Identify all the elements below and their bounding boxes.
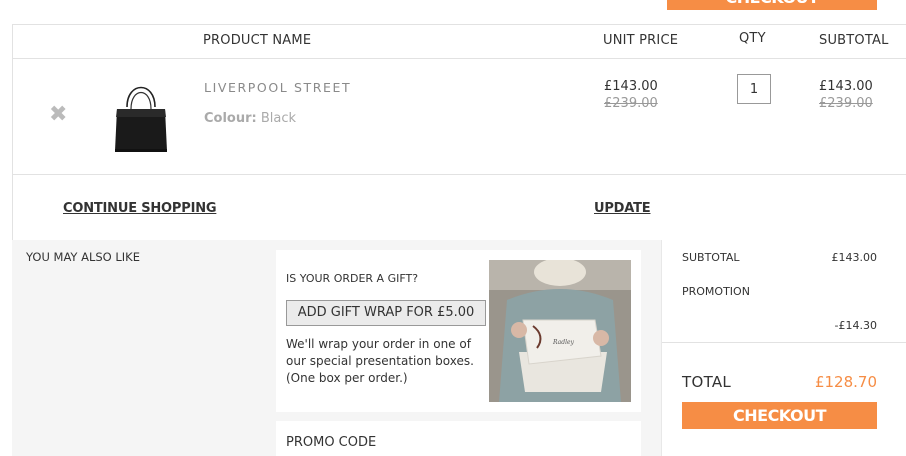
item-subtotal-was: £239.00	[819, 96, 873, 111]
summary-subtotal-label: SUBTOTAL	[682, 251, 740, 264]
order-summary: SUBTOTAL £143.00 PROMOTION -£14.30 TOTAL…	[661, 240, 906, 456]
checkout-button[interactable]: CHECKOUT	[682, 402, 877, 429]
summary-total-label: TOTAL	[682, 373, 732, 391]
continue-shopping-link[interactable]: CONTINUE SHOPPING	[63, 201, 217, 216]
header-qty: QTY	[739, 31, 766, 46]
gift-box-image: Radley	[489, 260, 631, 402]
add-gift-wrap-button[interactable]: ADD GIFT WRAP FOR £5.00	[286, 300, 486, 326]
close-icon[interactable]: ✖	[49, 104, 69, 126]
gift-wrap-panel: IS YOUR ORDER A GIFT? ADD GIFT WRAP FOR …	[276, 250, 641, 412]
quantity-input[interactable]	[737, 74, 771, 104]
lower-section: YOU MAY ALSO LIKE IS YOUR ORDER A GIFT? …	[12, 240, 906, 456]
summary-total-value: £128.70	[814, 373, 877, 391]
summary-divider	[662, 342, 906, 343]
summary-subtotal-value: £143.00	[831, 251, 878, 264]
update-cart-link[interactable]: UPDATE	[594, 201, 651, 216]
product-name-link[interactable]: LIVERPOOL STREET	[204, 80, 351, 95]
gift-question: IS YOUR ORDER A GIFT?	[286, 272, 419, 285]
promo-code-label: PROMO CODE	[286, 435, 377, 450]
gift-description: We'll wrap your order in one of our spec…	[286, 337, 474, 385]
unit-price-was: £239.00	[604, 96, 658, 111]
product-colour: Colour: Black	[204, 111, 296, 126]
colour-value: Black	[260, 111, 297, 126]
promo-code-panel: PROMO CODE	[276, 421, 641, 456]
summary-promotion-label: PROMOTION	[682, 285, 750, 298]
unit-price: £143.00	[604, 79, 658, 94]
header-unit-price: UNIT PRICE	[603, 33, 679, 48]
cart-item-row: ✖ LIVERPOOL STREET Colour: Black £143.00…	[13, 59, 906, 175]
cart-table-header: PRODUCT NAME UNIT PRICE QTY SUBTOTAL	[13, 25, 906, 59]
header-subtotal: SUBTOTAL	[819, 33, 889, 48]
top-checkout-button[interactable]: CHECKOUT	[667, 0, 877, 10]
summary-promotion-value: -£14.30	[834, 319, 877, 332]
product-thumbnail[interactable]	[113, 77, 169, 157]
you-may-also-like-heading: YOU MAY ALSO LIKE	[26, 250, 140, 264]
header-product-name: PRODUCT NAME	[203, 33, 312, 48]
colour-label: Colour:	[204, 111, 257, 126]
svg-text:Radley: Radley	[552, 339, 575, 346]
cart-actions: CONTINUE SHOPPING UPDATE	[13, 175, 906, 241]
item-subtotal: £143.00	[819, 79, 873, 94]
cart-table: PRODUCT NAME UNIT PRICE QTY SUBTOTAL ✖ L…	[12, 24, 906, 240]
